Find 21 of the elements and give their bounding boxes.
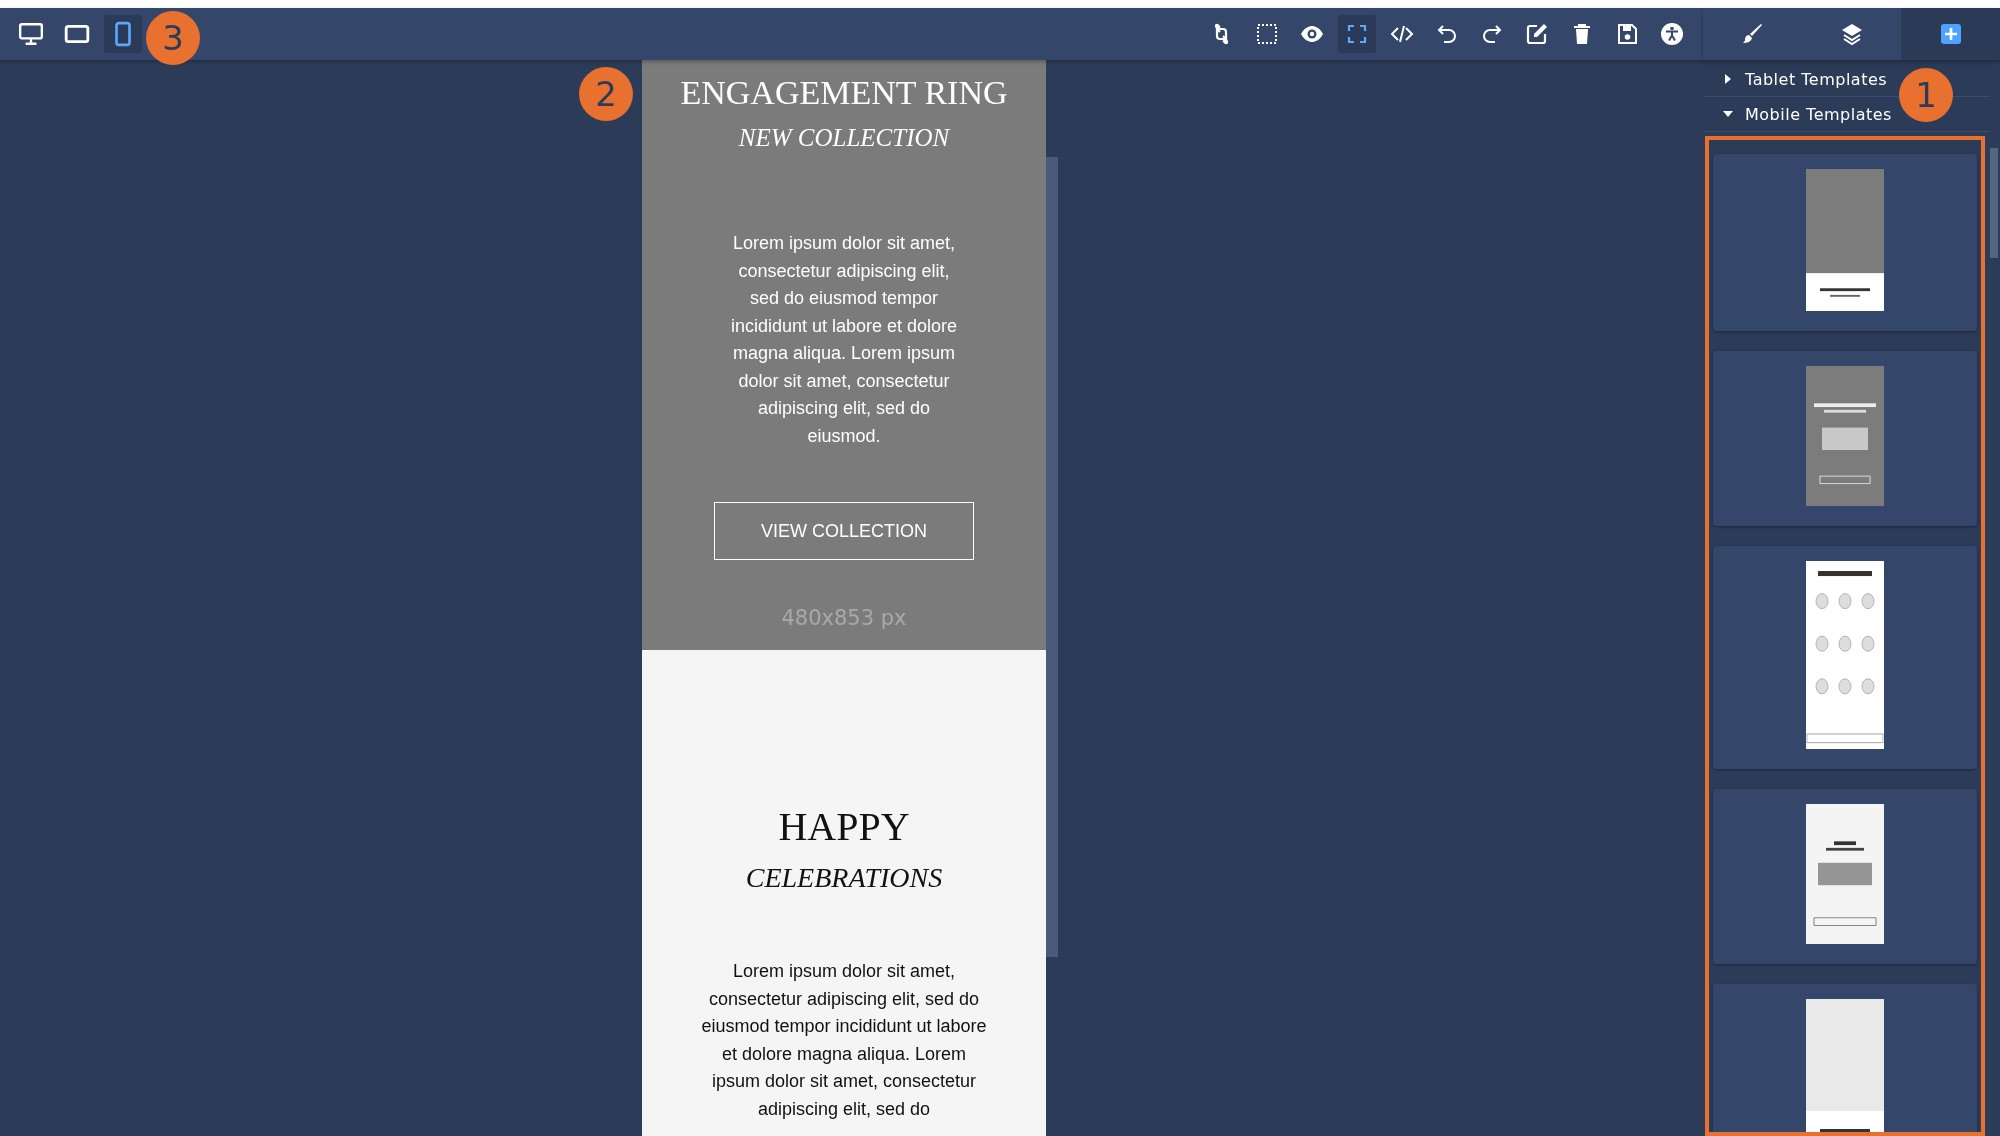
template-card[interactable] xyxy=(1713,789,1977,964)
view-collection-button[interactable]: VIEW COLLECTION xyxy=(714,502,974,560)
caret-icon xyxy=(1723,74,1733,84)
panel-scrollbar[interactable] xyxy=(1990,148,1998,258)
caret-icon xyxy=(1723,109,1733,119)
section-text: Lorem ipsum dolor sit amet, consectetur adipiscing elit, sed do eiusmod tempor incididunt ut labore et dolore magna aliqua. Lorem ipsum dolor sit amet, consectetur adipiscing elit, sed do xyxy=(700,960,988,1121)
template-card[interactable] xyxy=(1713,351,1977,526)
callout-badge: 1 xyxy=(1899,68,1953,122)
hero-subtitle: NEW COLLECTION xyxy=(738,124,950,152)
canvas-scrollbar[interactable] xyxy=(1046,157,1058,957)
mobile-icon[interactable] xyxy=(104,15,142,53)
callout-badge: 2 xyxy=(579,67,633,121)
template-card[interactable] xyxy=(1713,546,1977,769)
template-card[interactable] xyxy=(1713,984,1977,1132)
hero-text: Lorem ipsum dolor sit amet, consectetur adipiscing elit, sed do eiusmod tempor incididunt ut labore et dolore magna aliqua. Lorem ipsum dolor sit amet, consectetur adipiscing elit, sed do eiusmod. xyxy=(729,232,959,448)
section-subtitle: CELEBRATIONS xyxy=(745,862,943,894)
add-block-icon[interactable] xyxy=(1901,8,2000,60)
hero-title: ENGAGEMENT RING xyxy=(680,74,1008,112)
fullscreen-icon[interactable] xyxy=(1338,15,1376,53)
template-card[interactable] xyxy=(1713,154,1977,331)
section-title: HAPPY xyxy=(778,803,910,850)
